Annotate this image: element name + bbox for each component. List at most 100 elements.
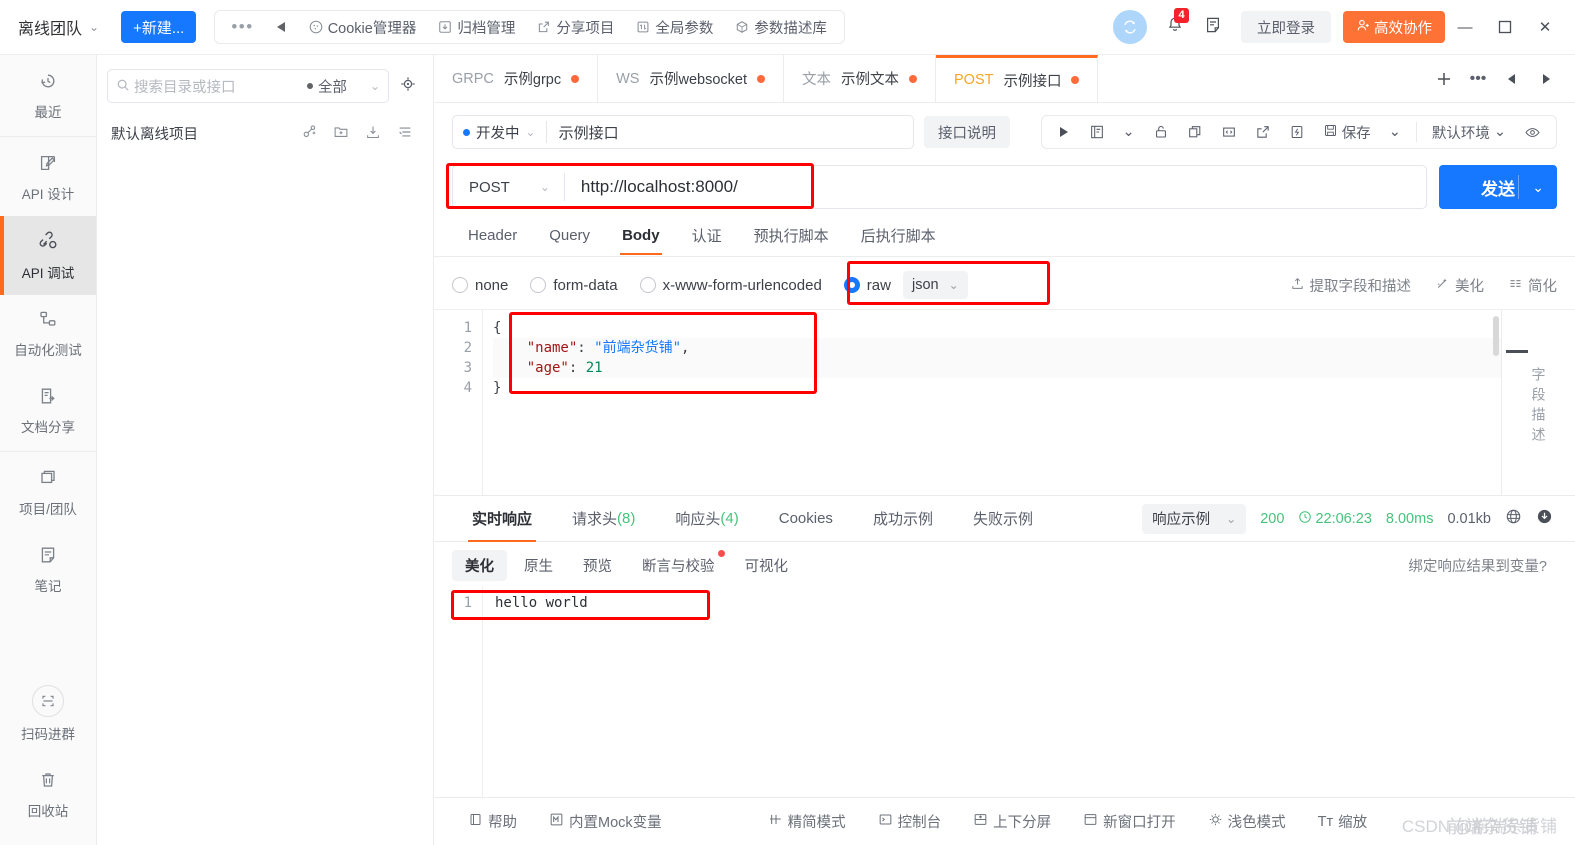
light-mode-button[interactable]: 浅色模式 — [1192, 811, 1302, 832]
window-maximize-button[interactable] — [1485, 10, 1525, 44]
window-close-button[interactable]: ✕ — [1525, 10, 1565, 44]
run-icon[interactable] — [1048, 116, 1080, 148]
environment-select[interactable]: 默认环境 ⌄ — [1423, 116, 1515, 148]
prev-tab-icon[interactable] — [1497, 64, 1527, 94]
sidebar-item-doc-share[interactable]: 文档分享 — [0, 372, 96, 449]
eye-icon[interactable] — [1515, 116, 1550, 148]
window-minimize-button[interactable]: — — [1445, 10, 1485, 44]
resp-tab-cookies[interactable]: Cookies — [759, 496, 853, 542]
code-icon[interactable] — [1212, 116, 1246, 148]
login-button[interactable]: 立即登录 — [1241, 11, 1331, 43]
bind-response-to-variable-link[interactable]: 绑定响应结果到变量? — [1408, 555, 1557, 576]
sidebar-item-automation[interactable]: 自动化测试 — [0, 295, 96, 372]
menu-item-cookie-manager[interactable]: Cookie管理器 — [298, 11, 428, 43]
mock-variables-button[interactable]: 内置Mock变量 — [533, 811, 678, 832]
body-type-form-data[interactable]: form-data — [530, 277, 618, 294]
body-type-urlencoded[interactable]: x-www-form-urlencoded — [639, 277, 822, 294]
body-type-none[interactable]: none — [452, 277, 508, 294]
zoom-button[interactable]: Tт 缩放 — [1302, 811, 1384, 832]
download-icon[interactable] — [1536, 508, 1553, 530]
menu-item-global-params[interactable]: 全局参数 — [625, 11, 724, 43]
sync-button[interactable] — [1113, 10, 1147, 44]
beautify-button[interactable]: 美化 — [1435, 275, 1484, 296]
view-tab-preview[interactable]: 预览 — [570, 550, 625, 581]
resp-tab-response-headers[interactable]: 响应头 (4) — [655, 496, 758, 542]
tab-header[interactable]: Header — [452, 215, 533, 254]
doc-icon[interactable] — [1080, 116, 1114, 148]
new-window-button[interactable]: 新窗口打开 — [1067, 811, 1192, 832]
resp-tab-failure-example[interactable]: 失败示例 — [953, 496, 1053, 542]
chevron-down-icon[interactable]: ⌄ — [1114, 116, 1144, 148]
raw-format-select[interactable]: json ⌄ — [902, 271, 968, 299]
globe-icon[interactable] — [1505, 508, 1522, 530]
menu-item-archive[interactable]: 归档管理 — [427, 11, 526, 43]
interface-name-input[interactable]: 示例接口 — [547, 122, 631, 143]
search-filter-select[interactable]: 全部 ⌄ — [306, 76, 380, 97]
simplify-button[interactable]: 简化 — [1508, 275, 1557, 296]
view-tab-beautify[interactable]: 美化 — [452, 550, 507, 581]
body-type-raw[interactable]: raw — [843, 277, 891, 294]
tab-post-script[interactable]: 后执行脚本 — [845, 213, 952, 256]
split-view-button[interactable]: 上下分屏 — [957, 811, 1067, 832]
notes-button[interactable] — [1203, 15, 1223, 40]
directory-project-row[interactable]: 默认离线项目 — [97, 111, 433, 154]
tab-pre-script[interactable]: 预执行脚本 — [738, 213, 845, 256]
chevron-down-icon[interactable]: ⌄ — [1532, 179, 1544, 196]
more-menu-icon[interactable]: ••• — [221, 17, 263, 37]
sidebar-item-project-team[interactable]: 项目/团队 — [0, 454, 96, 531]
sidebar-item-api-design[interactable]: API 设计 — [0, 139, 96, 216]
compact-mode-button[interactable]: 精简模式 — [752, 811, 862, 832]
tab-query[interactable]: Query — [533, 215, 606, 254]
mock-icon[interactable] — [1280, 116, 1314, 148]
status-select[interactable]: 开发中 ⌄ — [453, 122, 546, 143]
editor-scrollbar[interactable] — [1493, 316, 1499, 356]
tab-websocket[interactable]: WS 示例websocket — [598, 55, 784, 102]
list-options-icon[interactable] — [389, 124, 421, 144]
tab-post-example[interactable]: POST 示例接口 — [936, 55, 1099, 102]
extract-fields-button[interactable]: 提取字段和描述 — [1290, 275, 1411, 296]
team-switcher[interactable]: 离线团队 ⌄ — [18, 15, 99, 39]
new-folder-icon[interactable] — [325, 124, 357, 144]
body-editor[interactable]: 1 2 3 4 { "name": "前端杂货铺", "age": 21 } — [434, 310, 1501, 495]
resp-tab-request-headers[interactable]: 请求头 (8) — [552, 496, 655, 542]
export-icon[interactable] — [1246, 116, 1280, 148]
collab-button[interactable]: 高效协作 — [1343, 11, 1445, 43]
save-dropdown-icon[interactable]: ⌄ — [1380, 116, 1410, 148]
sidebar-item-notes[interactable]: 笔记 — [0, 531, 96, 608]
menu-item-param-library[interactable]: 参数描述库 — [724, 11, 838, 43]
import-icon[interactable] — [357, 124, 389, 144]
response-body-editor[interactable]: 1 hello world — [434, 587, 1575, 797]
tab-auth[interactable]: 认证 — [676, 213, 738, 256]
notifications-button[interactable]: 4 — [1165, 7, 1189, 40]
back-arrow-icon[interactable] — [264, 20, 298, 34]
copy-icon[interactable] — [1178, 116, 1212, 148]
console-button[interactable]: 控制台 — [862, 811, 958, 832]
sidebar-item-trash[interactable]: 回收站 — [0, 756, 96, 833]
sidebar-item-api-debug[interactable]: API 调试 — [0, 216, 96, 295]
search-input[interactable]: 搜索目录或接口 全部 ⌄ — [107, 69, 389, 103]
send-button[interactable]: 发送 ⌄ — [1439, 165, 1557, 209]
help-button[interactable]: 帮助 — [452, 811, 533, 832]
new-button[interactable]: +新建... — [121, 11, 197, 43]
more-tabs-icon[interactable]: ••• — [1463, 64, 1493, 94]
method-select[interactable]: POST ⌄ — [453, 179, 564, 196]
add-tab-icon[interactable] — [1429, 64, 1459, 94]
tab-body[interactable]: Body — [606, 215, 676, 255]
tab-grpc[interactable]: GRPC 示例grpc — [434, 55, 599, 102]
tab-text[interactable]: 文本 示例文本 — [784, 55, 936, 102]
unlock-icon[interactable] — [1144, 116, 1178, 148]
response-scrollbar[interactable] — [1567, 587, 1575, 797]
resp-tab-realtime[interactable]: 实时响应 — [452, 496, 552, 542]
view-tab-visualize[interactable]: 可视化 — [732, 550, 802, 581]
save-button[interactable]: 保存 — [1314, 116, 1380, 148]
locate-icon[interactable] — [395, 75, 421, 98]
sidebar-item-recent[interactable]: 最近 — [0, 57, 96, 134]
view-tab-raw[interactable]: 原生 — [511, 550, 566, 581]
response-example-select[interactable]: 响应示例 ⌄ — [1142, 503, 1247, 534]
url-input[interactable]: http://localhost:8000/ — [565, 177, 754, 197]
resp-tab-success-example[interactable]: 成功示例 — [853, 496, 953, 542]
add-member-icon[interactable] — [293, 124, 325, 144]
field-description-rail[interactable]: 字段描述 — [1501, 310, 1575, 495]
view-tab-assertions[interactable]: 断言与校验 — [629, 550, 728, 581]
interface-description-button[interactable]: 接口说明 — [924, 116, 1010, 148]
